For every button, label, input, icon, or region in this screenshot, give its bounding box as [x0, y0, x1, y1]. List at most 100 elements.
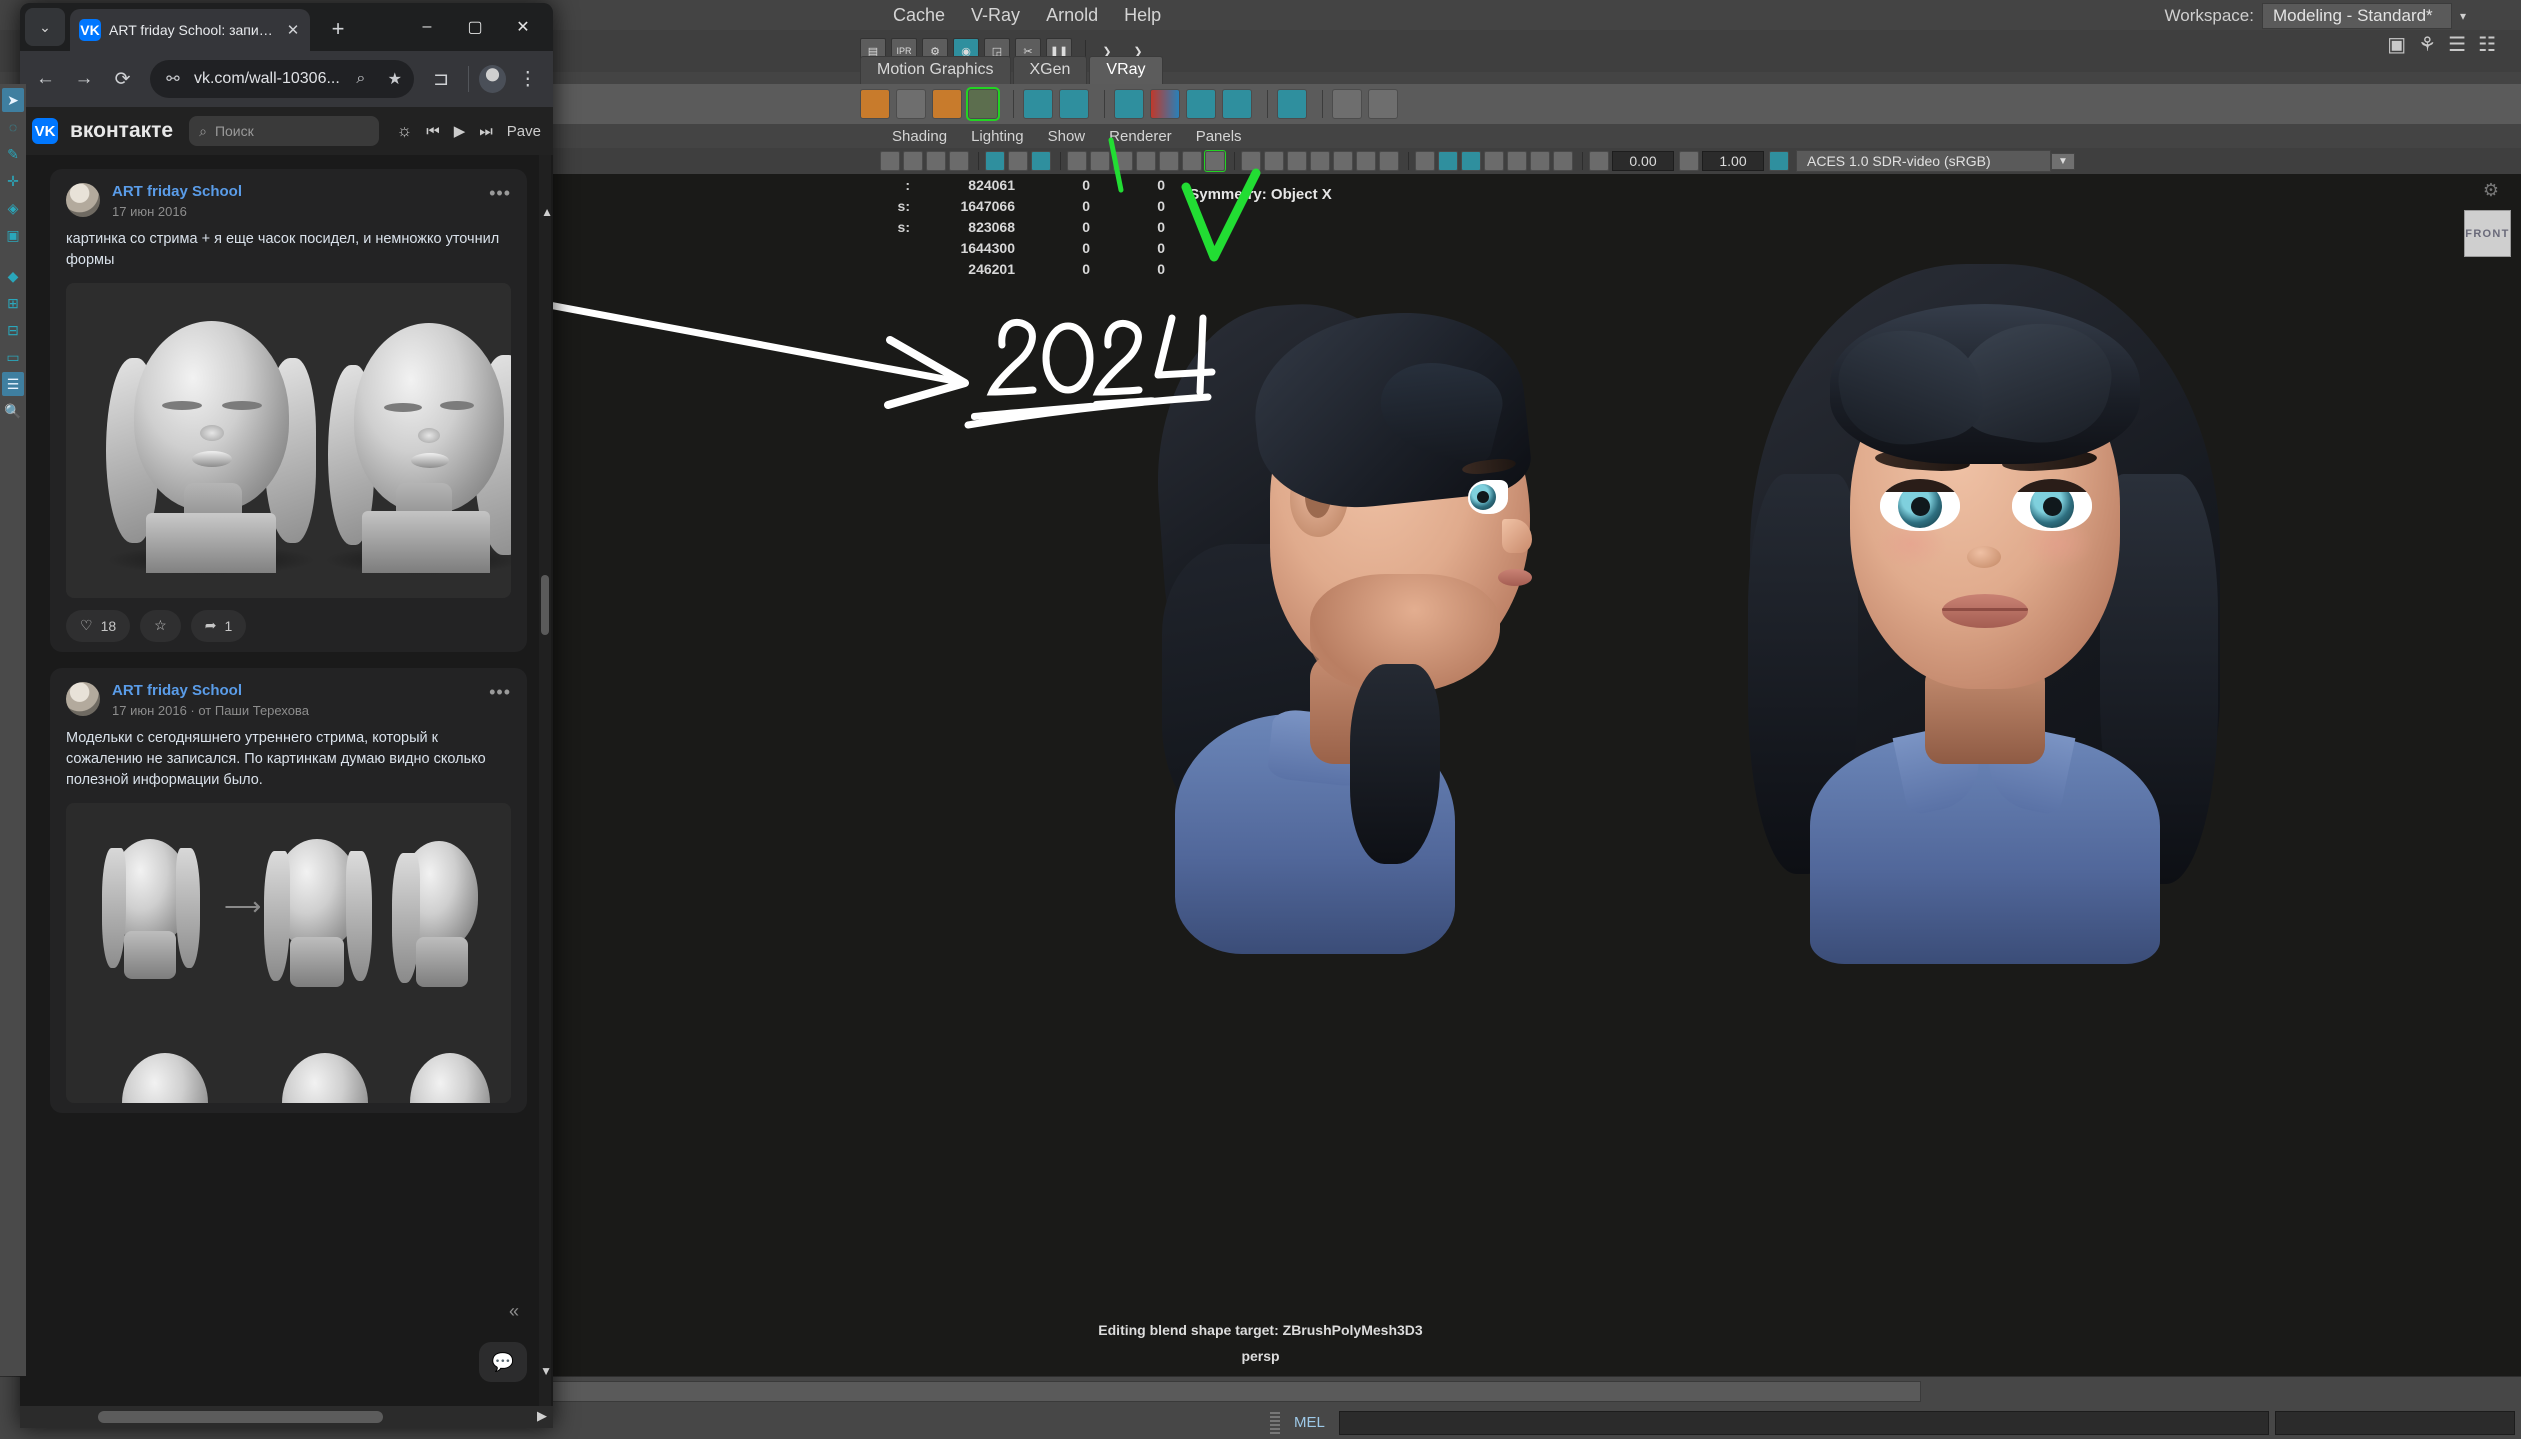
- panel-menu-lighting[interactable]: Lighting: [959, 128, 1036, 145]
- lights-icon[interactable]: [1530, 151, 1550, 171]
- zoom-search-icon[interactable]: ⌕: [348, 70, 374, 88]
- scroll-up-arrow-icon[interactable]: ▲: [541, 205, 553, 219]
- cube-icon[interactable]: ▣: [2387, 32, 2406, 57]
- twosided-lighting-icon[interactable]: [949, 151, 969, 171]
- layout-quad-icon[interactable]: ⊞: [2, 291, 24, 315]
- select-camera-icon[interactable]: [880, 151, 900, 171]
- layout-two-icon[interactable]: ⊟: [2, 318, 24, 342]
- rotate-tool-icon[interactable]: ◈: [2, 196, 24, 220]
- isolate-select-icon[interactable]: [1241, 151, 1261, 171]
- new-tab-button[interactable]: +: [325, 16, 351, 42]
- layout-outliner-icon[interactable]: ☰: [2, 372, 24, 396]
- post-author[interactable]: ART friday School: [112, 682, 477, 701]
- smooth-shade-icon[interactable]: [985, 151, 1005, 171]
- shelf-tab-motion-graphics[interactable]: Motion Graphics: [860, 56, 1011, 84]
- gamma-icon[interactable]: [1589, 151, 1609, 171]
- vray-lights-icon[interactable]: [1186, 89, 1216, 119]
- menu-help[interactable]: Help: [1111, 5, 1174, 26]
- outliner-icon[interactable]: ☰: [2448, 32, 2466, 57]
- horizontal-scrollbar-thumb[interactable]: [98, 1411, 383, 1423]
- command-input[interactable]: [1338, 1410, 2269, 1435]
- address-bar[interactable]: ⚯ vk.com/wall-10306... ⌕ ★: [149, 60, 414, 98]
- nurbs-icon[interactable]: [1287, 151, 1307, 171]
- vray-plug-icon[interactable]: [1332, 89, 1362, 119]
- user-name-label[interactable]: Pave: [507, 123, 541, 140]
- scroll-right-arrow-icon[interactable]: ▶: [537, 1408, 547, 1424]
- menu-arnold[interactable]: Arnold: [1033, 5, 1111, 26]
- shelf-tab-vray[interactable]: VRay: [1089, 56, 1163, 84]
- command-language-label[interactable]: MEL: [1280, 1414, 1339, 1431]
- xray-toggle-icon[interactable]: [1204, 150, 1226, 172]
- like-button[interactable]: ♡ 18: [66, 609, 131, 642]
- contrast-icon[interactable]: [1679, 151, 1699, 171]
- lasso-select-icon[interactable]: ◌: [2, 115, 24, 139]
- aa-icon[interactable]: [1507, 151, 1527, 171]
- color-management-chevron-icon[interactable]: ▼: [2051, 152, 2075, 170]
- post-image[interactable]: [66, 282, 511, 598]
- media-next-icon[interactable]: ⏭: [479, 123, 493, 140]
- avatar[interactable]: [66, 681, 100, 716]
- menu-vray[interactable]: V-Ray: [958, 5, 1033, 26]
- browser-tab[interactable]: VK ART friday School: записи сообщества …: [70, 9, 310, 51]
- safe-action-icon[interactable]: [1136, 151, 1156, 171]
- last-tool-icon[interactable]: ◆: [2, 264, 24, 288]
- layout-single-icon[interactable]: ▭: [2, 345, 24, 369]
- post-menu-button[interactable]: •••: [489, 682, 511, 703]
- forward-button[interactable]: →: [67, 61, 102, 97]
- panel-menu-shading[interactable]: Shading: [880, 128, 959, 145]
- site-info-tune-icon[interactable]: ⚯: [160, 69, 186, 89]
- vk-logo-icon[interactable]: VK: [32, 118, 58, 144]
- color-management-toggle-icon[interactable]: [1769, 151, 1789, 171]
- exposure-icon[interactable]: [1159, 151, 1179, 171]
- xray-joints-icon[interactable]: [1415, 151, 1435, 171]
- move-tool-icon[interactable]: ✛: [2, 169, 24, 193]
- paint-select-icon[interactable]: ✎: [2, 142, 24, 166]
- vray-attributes-icon[interactable]: [896, 89, 926, 119]
- select-tool-icon[interactable]: ➤: [2, 88, 24, 112]
- profile-avatar[interactable]: [479, 65, 507, 93]
- post-menu-button[interactable]: •••: [489, 183, 511, 204]
- workspace-selector[interactable]: Workspace: Modeling - Standard* ▾: [2165, 3, 2466, 29]
- scroll-down-arrow-icon[interactable]: ▼: [540, 1364, 552, 1378]
- vray-fur-icon[interactable]: [1023, 89, 1053, 119]
- viewport-settings-gear-icon[interactable]: ⚙: [2483, 180, 2499, 201]
- depth-icon[interactable]: [1553, 151, 1573, 171]
- vray-material-icon[interactable]: [860, 89, 890, 119]
- reload-button[interactable]: ⟳: [105, 61, 140, 97]
- motion-blur-icon[interactable]: [1484, 151, 1504, 171]
- polygons-icon[interactable]: [1310, 151, 1330, 171]
- vray-dome-icon[interactable]: [1222, 89, 1252, 119]
- minimize-button[interactable]: –: [403, 9, 451, 45]
- avatar[interactable]: [66, 183, 100, 217]
- maximize-button[interactable]: ▢: [451, 9, 499, 45]
- film-gate-icon[interactable]: [1067, 151, 1087, 171]
- horizontal-scrollbar[interactable]: ▶: [20, 1406, 553, 1428]
- ao-icon[interactable]: [1461, 151, 1481, 171]
- vk-feed[interactable]: ART friday School 17 июн 2016 ••• картин…: [20, 155, 539, 1406]
- textured-icon[interactable]: [1031, 151, 1051, 171]
- vray-proxy-icon[interactable]: [966, 87, 1000, 121]
- vray-render-elements-icon[interactable]: [1277, 89, 1307, 119]
- shelf-tab-xgen[interactable]: XGen: [1012, 56, 1088, 84]
- attribute-icon[interactable]: ☷: [2478, 32, 2496, 57]
- collapse-sidebar-button[interactable]: «: [509, 1301, 519, 1322]
- page-scrollbar[interactable]: [539, 155, 551, 1406]
- search-icon[interactable]: 🔍: [2, 399, 24, 423]
- show-grid-icon[interactable]: [1264, 151, 1284, 171]
- scale-tool-icon[interactable]: ▣: [2, 223, 24, 247]
- extensions-puzzle-icon[interactable]: ⊐: [424, 61, 459, 97]
- chrome-menu-button[interactable]: ⋮: [510, 61, 545, 97]
- search-input[interactable]: ⌕ Поиск: [189, 116, 380, 146]
- resolution-gate-icon[interactable]: [1090, 151, 1110, 171]
- tab-search-chevron-icon[interactable]: ⌄: [25, 8, 65, 46]
- post-image[interactable]: ⟶: [66, 802, 511, 1103]
- vray-displacement-icon[interactable]: [1114, 89, 1144, 119]
- color-management-select[interactable]: ACES 1.0 SDR-video (sRGB): [1796, 150, 2051, 172]
- post-author[interactable]: ART friday School: [112, 183, 477, 202]
- panel-menu-renderer[interactable]: Renderer: [1097, 128, 1184, 145]
- vray-settings-gear-icon[interactable]: [932, 89, 962, 119]
- grid-toggle-icon[interactable]: [1182, 151, 1202, 171]
- command-line-grip[interactable]: [1270, 1411, 1280, 1434]
- notifications-bell-icon[interactable]: ☼: [397, 121, 413, 141]
- close-window-button[interactable]: ✕: [499, 9, 547, 45]
